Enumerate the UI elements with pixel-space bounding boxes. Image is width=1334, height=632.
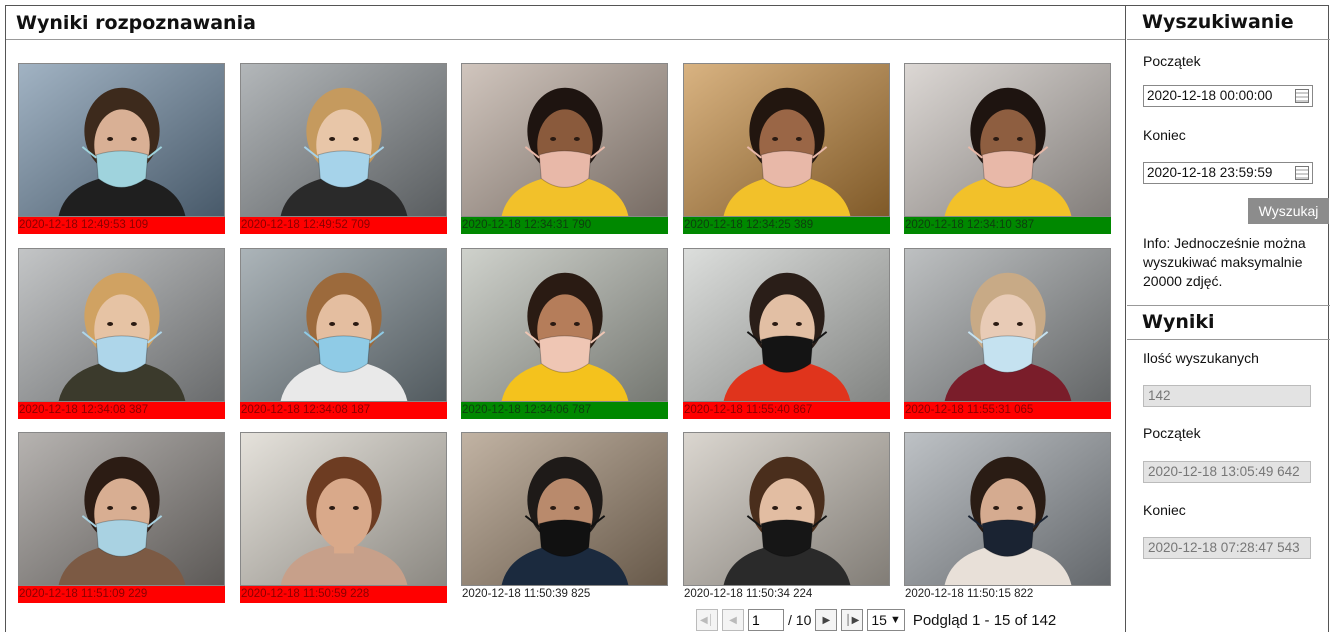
capture-timestamp: 2020-12-18 11:50:39 825	[462, 588, 591, 600]
search-start-label: Początek	[1143, 53, 1201, 69]
face-photo[interactable]	[18, 63, 225, 217]
page-summary: Podgląd 1 - 15 of 142	[912, 611, 1057, 629]
search-end-value: 2020-12-18 23:59:59	[1147, 165, 1273, 180]
face-photo[interactable]	[683, 432, 890, 586]
capture-timestamp: 2020-12-18 11:55:31 065	[904, 402, 1111, 419]
search-sidebar: Wyszukiwanie Początek 2020-12-18 00:00:0…	[1127, 6, 1330, 632]
summary-end-value: 2020-12-18 07:28:47 543	[1143, 537, 1311, 559]
chevron-down-icon: ▼	[889, 614, 901, 626]
search-title: Wyszukiwanie	[1127, 6, 1330, 40]
result-tile[interactable]: 2020-12-18 12:49:53 109	[18, 63, 225, 234]
results-panel: Wyniki rozpoznawania 2020-12-18 12:49:53…	[6, 6, 1126, 632]
first-page-button[interactable]: ◀│	[696, 609, 718, 631]
result-tile[interactable]: 2020-12-18 12:34:10 387	[904, 63, 1111, 234]
face-photo[interactable]	[18, 432, 225, 586]
face-photo[interactable]	[461, 432, 668, 586]
last-page-button[interactable]: │▶	[841, 609, 864, 631]
result-tile[interactable]: 2020-12-18 11:50:39 825	[461, 432, 668, 603]
page-size-select[interactable]: 15 ▼	[867, 609, 905, 631]
capture-timestamp: 2020-12-18 12:49:53 109	[18, 217, 225, 234]
summary-section: Wyniki Ilość wyszukanych 142 Początek 20…	[1127, 305, 1330, 559]
result-tile[interactable]: 2020-12-18 12:34:08 387	[18, 248, 225, 419]
search-button[interactable]: Wyszukaj	[1248, 198, 1329, 224]
face-photo[interactable]	[240, 432, 447, 586]
face-photo[interactable]	[240, 248, 447, 402]
face-photo[interactable]	[18, 248, 225, 402]
face-photo[interactable]	[904, 248, 1111, 402]
result-tile[interactable]: 2020-12-18 11:51:09 229	[18, 432, 225, 603]
page-total: / 10	[788, 612, 812, 628]
summary-title: Wyniki	[1127, 306, 1330, 340]
result-tile[interactable]: 2020-12-18 12:49:52 709	[240, 63, 447, 234]
result-tile[interactable]: 2020-12-18 12:34:31 790	[461, 63, 668, 234]
capture-timestamp: 2020-12-18 12:34:31 790	[461, 217, 668, 234]
capture-timestamp: 2020-12-18 12:34:08 187	[240, 402, 447, 419]
face-photo[interactable]	[904, 63, 1111, 217]
capture-timestamp: 2020-12-18 12:49:52 709	[240, 217, 447, 234]
count-value: 142	[1143, 385, 1311, 407]
search-end-field[interactable]: 2020-12-18 23:59:59	[1143, 162, 1313, 184]
calendar-icon[interactable]	[1295, 89, 1309, 103]
pagination: ◀│ ◀ / 10 ▶ │▶ 15 ▼ Podgląd 1 - 15 of 14…	[696, 608, 1056, 632]
result-tile[interactable]: 2020-12-18 11:50:59 228	[240, 432, 447, 603]
page-size-value: 15	[871, 612, 887, 628]
face-photo[interactable]	[683, 63, 890, 217]
result-tile[interactable]: 2020-12-18 11:55:31 065	[904, 248, 1111, 419]
capture-timestamp: 2020-12-18 12:34:08 387	[18, 402, 225, 419]
face-photo[interactable]	[904, 432, 1111, 586]
search-start-field[interactable]: 2020-12-18 00:00:00	[1143, 85, 1313, 107]
summary-start-label: Początek	[1143, 425, 1201, 441]
capture-timestamp: 2020-12-18 11:50:15 822	[905, 588, 1034, 600]
search-info: Info: Jednocześnie można wyszukiwać maks…	[1143, 235, 1306, 289]
capture-timestamp: 2020-12-18 11:51:09 229	[18, 586, 225, 603]
next-page-button[interactable]: ▶	[815, 609, 838, 631]
prev-page-button[interactable]: ◀	[722, 609, 744, 631]
capture-timestamp: 2020-12-18 12:34:25 389	[683, 217, 890, 234]
app-frame: Wyniki rozpoznawania 2020-12-18 12:49:53…	[5, 5, 1330, 632]
count-label: Ilość wyszukanych	[1143, 350, 1259, 366]
search-start-value: 2020-12-18 00:00:00	[1147, 88, 1273, 103]
result-tile[interactable]: 2020-12-18 12:34:08 187	[240, 248, 447, 419]
capture-timestamp: 2020-12-18 12:34:10 387	[904, 217, 1111, 234]
results-title: Wyniki rozpoznawania	[16, 12, 256, 34]
capture-timestamp: 2020-12-18 11:50:59 228	[240, 586, 447, 603]
summary-end-label: Koniec	[1143, 502, 1186, 518]
result-tile[interactable]: 2020-12-18 11:55:40 867	[683, 248, 890, 419]
result-tile[interactable]: 2020-12-18 12:34:06 787	[461, 248, 668, 419]
face-photo[interactable]	[461, 248, 668, 402]
capture-timestamp: 2020-12-18 12:34:06 787	[461, 402, 668, 419]
page-number-input[interactable]	[748, 609, 784, 631]
face-photo[interactable]	[240, 63, 447, 217]
result-tile[interactable]: 2020-12-18 11:50:34 224	[683, 432, 890, 603]
calendar-icon[interactable]	[1295, 166, 1309, 180]
face-photo[interactable]	[461, 63, 668, 217]
result-tile[interactable]: 2020-12-18 11:50:15 822	[904, 432, 1111, 603]
result-tile[interactable]: 2020-12-18 12:34:25 389	[683, 63, 890, 234]
face-photo[interactable]	[683, 248, 890, 402]
capture-timestamp: 2020-12-18 11:50:34 224	[684, 588, 813, 600]
capture-timestamp: 2020-12-18 11:55:40 867	[683, 402, 890, 419]
summary-start-value: 2020-12-18 13:05:49 642	[1143, 461, 1311, 483]
search-end-label: Koniec	[1143, 127, 1186, 143]
results-header: Wyniki rozpoznawania	[6, 6, 1125, 40]
